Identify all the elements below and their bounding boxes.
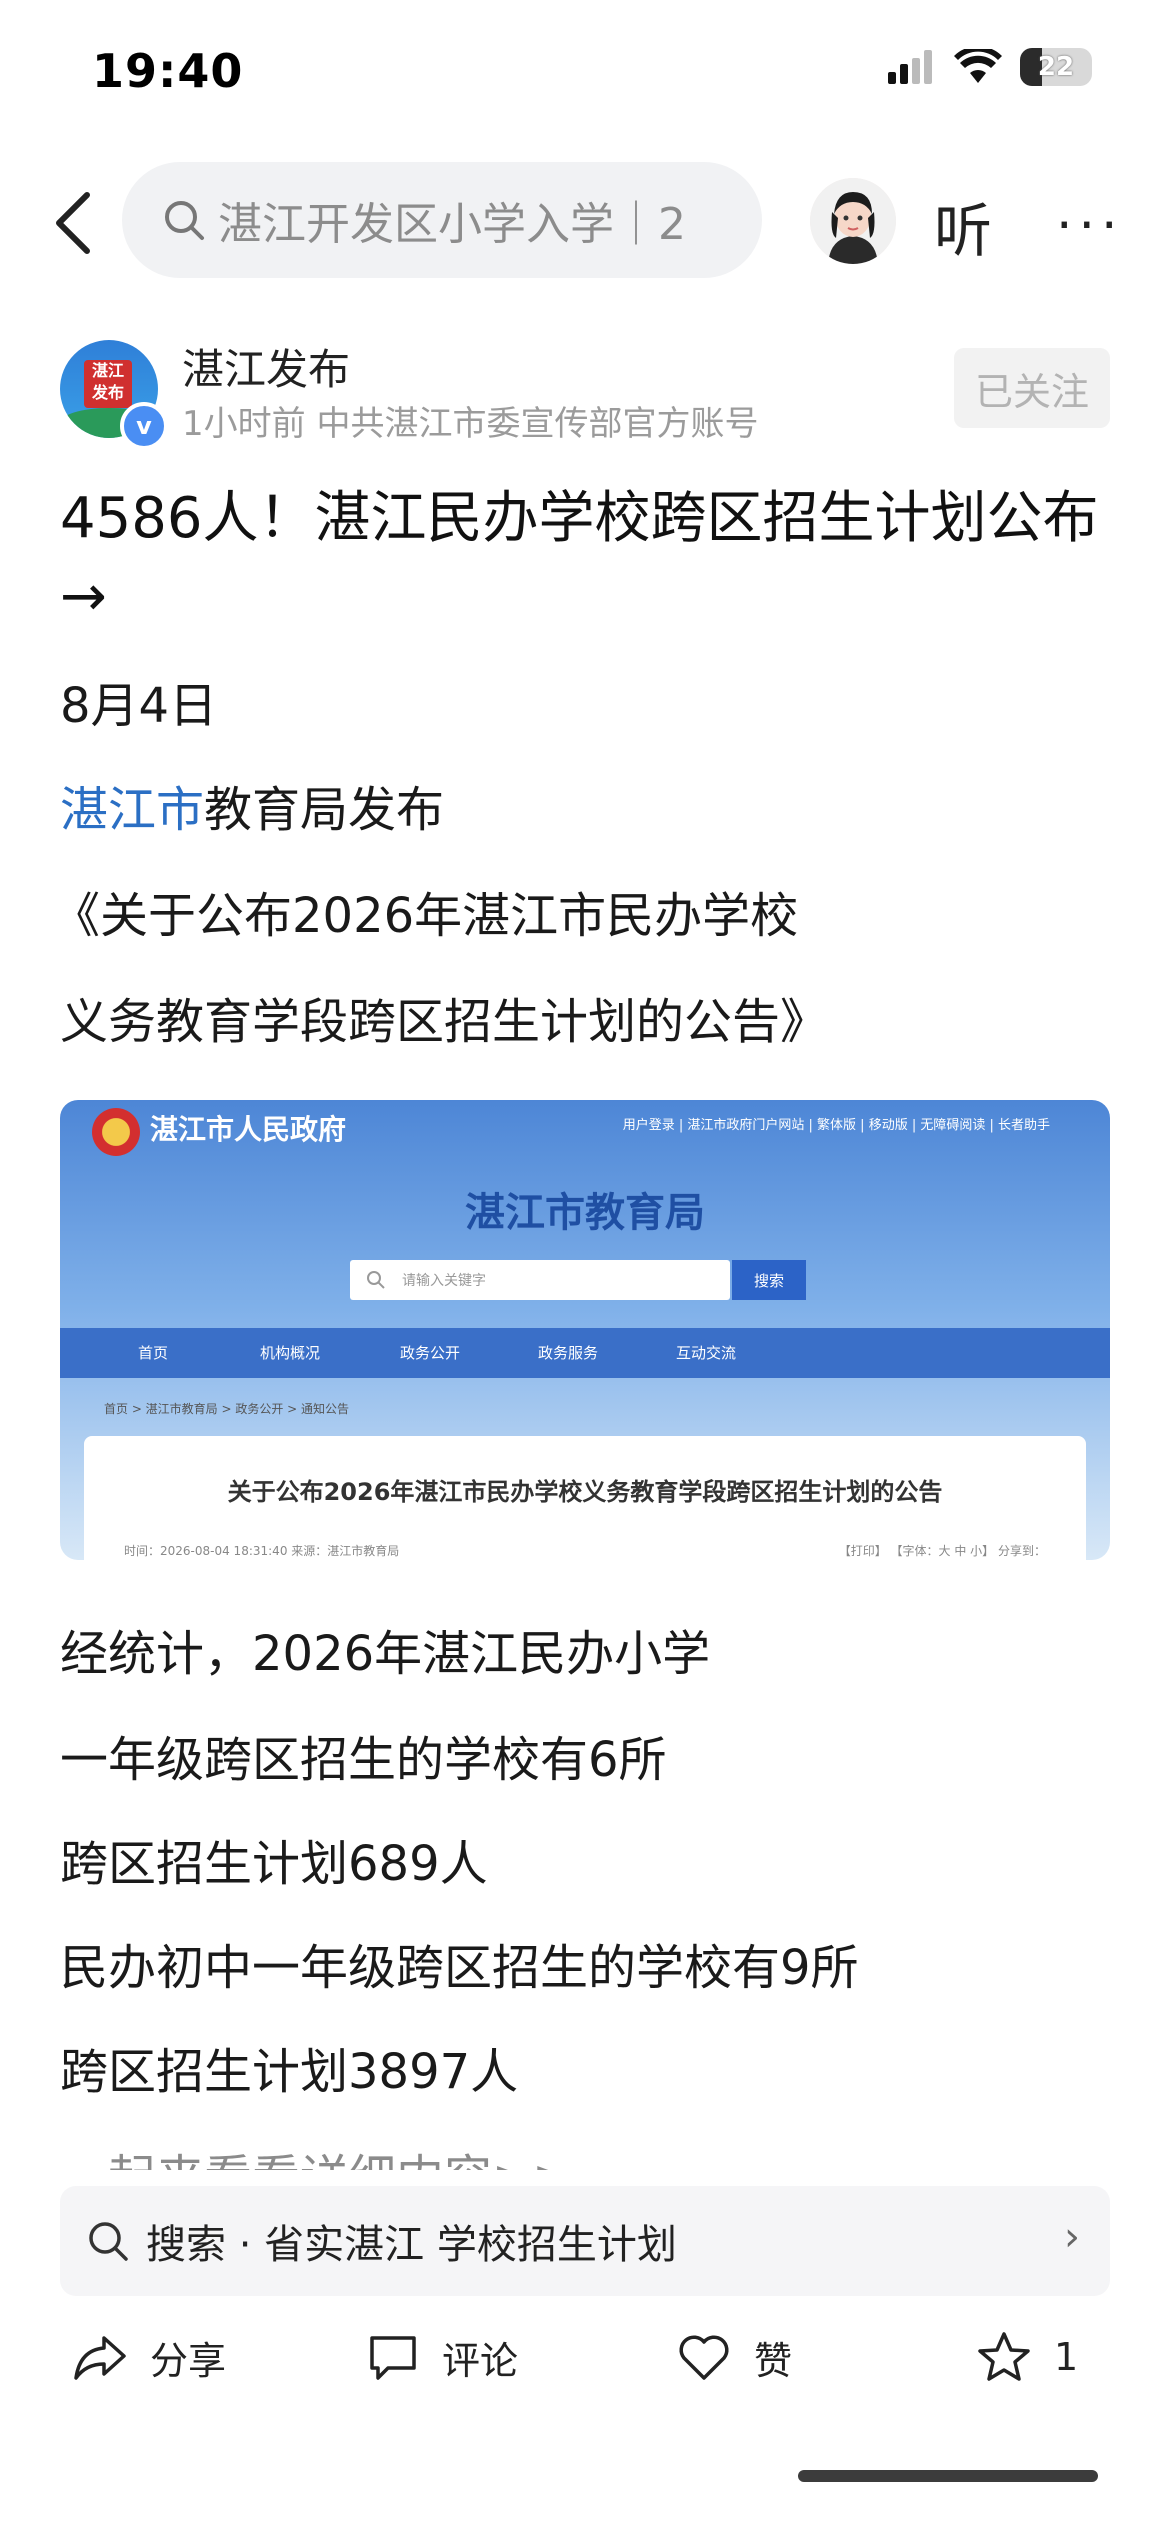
publisher-link[interactable]: 湛江市 <box>60 782 204 838</box>
image-notice-tools: 【打印】 【字体：大 中 小】 分享到： <box>838 1544 1046 1558</box>
comment-button[interactable]: 评论 <box>366 2330 518 2385</box>
publisher-rest: 教育局发布 <box>204 782 445 838</box>
search-icon <box>165 201 204 240</box>
article-date: 8月4日 <box>60 678 218 734</box>
image-search-box: 请输入关键字 <box>350 1260 730 1300</box>
comment-icon <box>370 2335 416 2380</box>
body-line: 经统计，2026年湛江民办小学 <box>60 1626 711 1682</box>
search-input[interactable]: 湛江开发区小学入学｜2 <box>122 162 762 278</box>
body-line: 跨区招生计划689人 <box>60 1836 488 1892</box>
chevron-left-icon <box>56 192 90 254</box>
share-button[interactable]: 分享 <box>72 2330 226 2385</box>
publisher-line: 湛江市教育局发布 <box>60 770 444 840</box>
like-label: 赞 <box>754 2339 793 2383</box>
body-line: 跨区招生计划3897人 <box>60 2044 519 2100</box>
image-nav-item: 互动交流 <box>676 1344 737 1362</box>
more-button[interactable]: ··· <box>1056 196 1124 256</box>
avatar-icon <box>810 178 896 264</box>
status-icons: 22 <box>886 48 1092 86</box>
star-icon <box>978 2332 1030 2381</box>
image-search-icon <box>367 1271 385 1289</box>
image-notice-card: 关于公布2026年湛江市民办学校义务教育学段跨区招生计划的公告 时间：2026-… <box>84 1436 1086 1560</box>
body-line: 民办初中一年级跨区招生的学校有9所 <box>60 1940 859 1996</box>
image-search-button: 搜索 <box>732 1260 806 1300</box>
image-nav-item: 政务公开 <box>400 1344 461 1362</box>
notice-line-1: 《关于公布2026年湛江市民办学校 <box>52 888 799 944</box>
assistant-avatar[interactable] <box>810 178 896 264</box>
battery-icon: 22 <box>1020 48 1092 86</box>
follow-button[interactable]: 已关注 <box>954 348 1110 428</box>
image-search-placeholder: 请输入关键字 <box>402 1273 486 1289</box>
image-notice-meta: 时间：2026-08-04 18:31:40 来源：湛江市教育局 <box>124 1544 400 1558</box>
battery-level: 22 <box>1037 52 1075 82</box>
share-label: 分享 <box>150 2339 227 2383</box>
image-breadcrumb: 首页 > 湛江市教育局 > 政务公开 > 通知公告 <box>104 1402 350 1416</box>
favorite-count: 1 <box>1054 2335 1079 2379</box>
chevron-right-icon: › <box>1064 2214 1080 2260</box>
author-logo: 湛江 发布 <box>84 360 132 408</box>
search-suggestion-bar[interactable]: 搜索 · 省实湛江 学校招生计划 › <box>60 2186 1110 2296</box>
like-button[interactable]: 赞 <box>676 2330 792 2385</box>
emblem-icon <box>92 1108 140 1156</box>
image-notice-title: 关于公布2026年湛江市民办学校义务教育学段跨区招生计划的公告 <box>227 1478 943 1506</box>
verified-icon: v <box>120 402 168 450</box>
author-name[interactable]: 湛江发布 <box>182 336 350 397</box>
image-nav-item: 首页 <box>138 1344 169 1362</box>
heart-icon <box>679 2334 729 2380</box>
body-line: 一年级跨区招生的学校有6所 <box>60 1732 667 1788</box>
article-title: 4586人！湛江民办学校跨区招生计划公布→ <box>60 486 1099 629</box>
back-button[interactable] <box>46 186 100 260</box>
signal-icon <box>888 50 932 84</box>
image-site-name: 湛江市人民政府 <box>150 1113 347 1146</box>
search-icon <box>89 2222 128 2261</box>
favorite-button[interactable]: 1 <box>976 2330 1078 2384</box>
image-nav-item: 政务服务 <box>538 1344 599 1362</box>
image-nav-item: 机构概况 <box>260 1344 321 1362</box>
notice-line-2: 义务教育学段跨区招生计划的公告》 <box>60 994 829 1050</box>
search-query-text: 湛江开发区小学入学｜2 <box>218 199 686 250</box>
image-top-links: 用户登录 | 湛江市政府门户网站 | 繁体版 | 移动版 | 无障碍阅读 | 长… <box>622 1118 1050 1133</box>
home-indicator[interactable] <box>798 2470 1098 2482</box>
faded-continue-line: 一起来看看详细内容>> <box>60 2138 572 2170</box>
image-heading: 湛江市教育局 <box>465 1190 705 1236</box>
suggestion-text: 搜索 · 省实湛江 学校招生计划 <box>146 2222 677 2268</box>
author-meta: 1小时前 中共湛江市委宣传部官方账号 <box>182 404 759 444</box>
article-image[interactable]: 湛江市人民政府 用户登录 | 湛江市政府门户网站 | 繁体版 | 移动版 | 无… <box>60 1100 1110 1560</box>
comment-label: 评论 <box>442 2339 519 2383</box>
share-icon <box>74 2335 126 2380</box>
status-time: 19:40 <box>92 44 244 98</box>
wifi-icon <box>954 49 1002 83</box>
listen-button[interactable]: 听 <box>934 184 992 268</box>
image-nav-bar: 首页 机构概况 政务公开 政务服务 互动交流 <box>60 1328 1110 1378</box>
